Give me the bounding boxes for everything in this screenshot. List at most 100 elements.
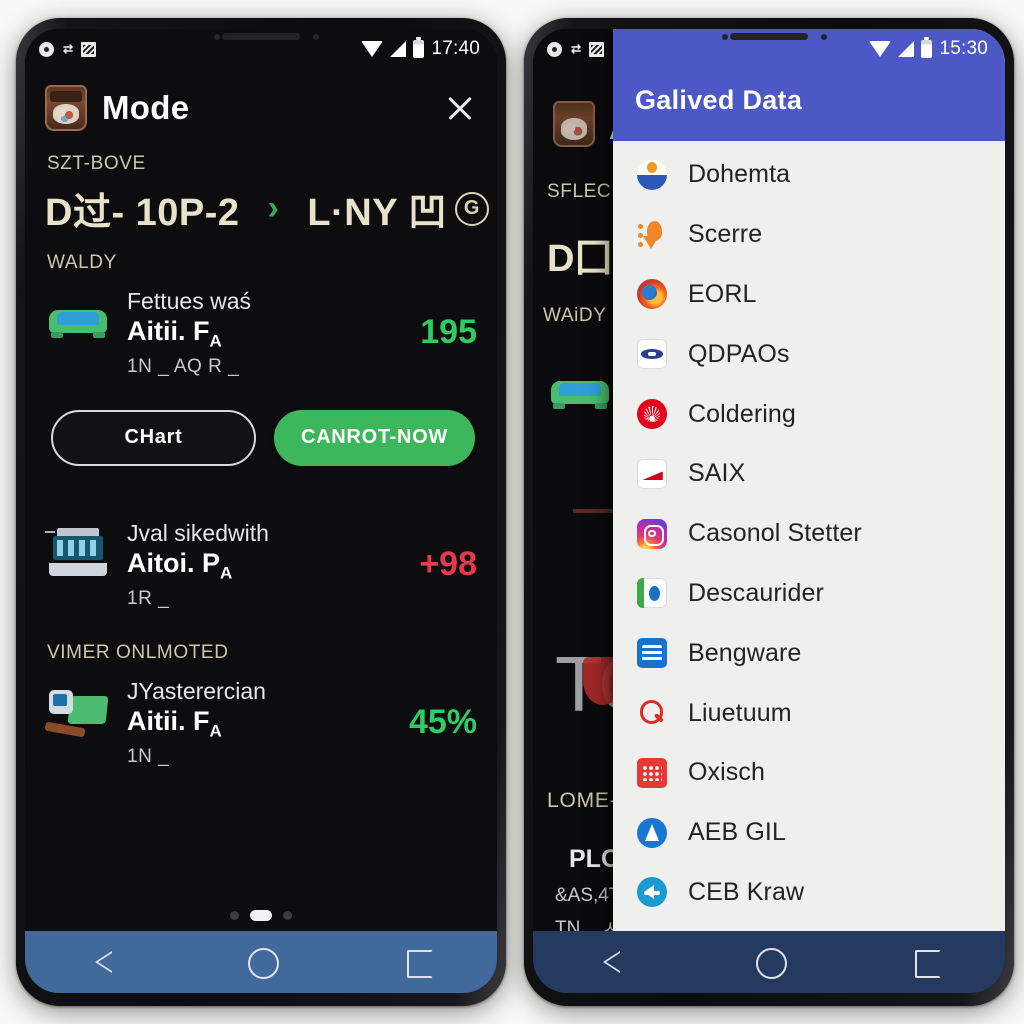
galived-data-sheet: 15:30 Galived Data Dohemta Scerre EORL Q… xyxy=(613,29,1005,931)
instagram-icon xyxy=(637,518,667,549)
list-item-label: Coldering xyxy=(688,399,796,428)
action-button-row: CHart CANROT-NOW xyxy=(25,384,497,476)
record-icon xyxy=(39,41,54,57)
recents-icon[interactable] xyxy=(900,945,952,979)
chevron-right-icon: › xyxy=(267,189,280,227)
sheet-title: Galived Data xyxy=(613,69,1005,141)
list-item-label: Oxisch xyxy=(688,758,766,787)
list-item-text: Fettues waś Aitii. FA 1N _ AQ R _ xyxy=(127,288,404,378)
image-icon xyxy=(81,41,97,57)
list-item-label: Liuetuum xyxy=(688,698,792,727)
list-item-label: Bengware xyxy=(688,638,802,667)
route-row[interactable]: D过- 10P-2 › L·NY 凹 xyxy=(25,175,497,236)
phone-bezel-left: ⇄ 17:40 Mode SZT-BOVE D过- 10P-2 › L·NY 凹… xyxy=(16,18,506,1006)
app-logo-icon xyxy=(45,85,87,131)
page-indicator xyxy=(25,902,497,931)
truck-icon xyxy=(44,678,111,740)
descaurider-icon xyxy=(637,578,667,609)
close-icon[interactable] xyxy=(443,91,477,125)
search-icon xyxy=(637,698,667,728)
list-item-oxisch[interactable]: Oxisch xyxy=(613,743,1005,803)
page-title: Mode xyxy=(102,89,190,126)
route-to-group: L·NY 凹 xyxy=(307,181,489,236)
route-from: D过- 10P-2 xyxy=(45,192,240,234)
list-item-label: SAIX xyxy=(688,459,746,488)
list-item-coldering[interactable]: Coldering xyxy=(613,384,1005,444)
list-item-aeb-gil[interactable]: AEB GIL xyxy=(613,803,1005,863)
background-line-3: WAiDY xyxy=(543,305,607,326)
sensor-dot xyxy=(721,34,728,40)
earpiece-speaker xyxy=(222,33,300,40)
sync-icon: ⇄ xyxy=(571,42,581,56)
status-time: 17:40 xyxy=(431,38,480,59)
list-item[interactable]: JYasterercian Aitii. FA 1N _ 45% xyxy=(25,664,497,774)
list-item-descaurider[interactable]: Descaurider xyxy=(613,564,1005,624)
back-icon[interactable] xyxy=(586,945,638,979)
phone-screen-right: ⇄ A SFLECI D囗– WAiDY TO LOME- xyxy=(533,29,1005,993)
list-item-label: Scerre xyxy=(688,220,763,249)
list-item[interactable]: Jval sikedwith Aitoi. PA 1R _ +98 xyxy=(25,506,497,616)
home-icon[interactable] xyxy=(743,945,795,979)
list-item-meta: 1R _ xyxy=(127,587,170,609)
list-item[interactable]: Fettues waś Aitii. FA 1N _ AQ R _ 195 xyxy=(25,274,497,384)
list-item-label: Casonol Stetter xyxy=(688,519,862,548)
list-item-meta: 1N _ xyxy=(127,745,170,767)
back-arrow-circle-icon xyxy=(637,877,667,908)
status-icons-left: ⇄ xyxy=(547,41,605,57)
page-dot-active[interactable] xyxy=(250,910,272,921)
list-item-dohemta[interactable]: Dohemta xyxy=(613,145,1005,205)
firefox-icon xyxy=(637,279,667,310)
navigation-icon xyxy=(637,817,667,848)
list-item-value: 195 xyxy=(420,313,477,352)
screenshot-stage: ⇄ 17:40 Mode SZT-BOVE D过- 10P-2 › L·NY 凹… xyxy=(0,0,1024,1024)
list-item-ceb-kraw[interactable]: CEB Kraw xyxy=(613,863,1005,923)
list-item-eorl[interactable]: EORL xyxy=(613,265,1005,325)
status-icons-left: ⇄ xyxy=(39,41,97,57)
printer-icon xyxy=(45,520,111,582)
list-item-label: QDPAOs xyxy=(688,339,790,368)
image-icon xyxy=(589,41,605,57)
list-item-meta: 1N _ AQ R _ xyxy=(127,355,240,377)
chart-button[interactable]: CHart xyxy=(51,409,256,466)
location-pin-icon xyxy=(637,220,667,250)
saix-icon xyxy=(637,458,667,489)
android-navbar-right xyxy=(533,931,1005,993)
sync-icon: ⇄ xyxy=(63,42,73,56)
car-icon xyxy=(549,359,609,409)
share-target-list: Dohemta Scerre EORL QDPAOs Coldering SAI… xyxy=(613,141,1005,931)
list-item-liuetuum[interactable]: Liuetuum xyxy=(613,683,1005,743)
home-icon[interactable] xyxy=(235,945,287,979)
list-item-title: Aitii. FA xyxy=(127,316,222,351)
list-item-saix[interactable]: SAIX xyxy=(613,444,1005,504)
list-item-value: 45% xyxy=(408,703,477,742)
list-item-casonol-stetter[interactable]: Casonol Stetter xyxy=(613,504,1005,564)
route-badge-icon xyxy=(454,191,489,226)
route-to: L·NY 凹 xyxy=(307,192,447,234)
camera-dot xyxy=(312,34,319,40)
list-item-label: CEB Kraw xyxy=(688,877,805,906)
dark-app-left: ⇄ 17:40 Mode SZT-BOVE D过- 10P-2 › L·NY 凹… xyxy=(25,29,497,993)
list-item-bengware[interactable]: Bengware xyxy=(613,623,1005,683)
list-item-title: Aitoi. PA xyxy=(127,548,233,583)
section-label-2: WALDY xyxy=(47,252,117,273)
santander-icon xyxy=(637,399,667,430)
list-item-scerre[interactable]: Scerre xyxy=(613,205,1005,265)
list-item-label: Dohemta xyxy=(688,160,791,189)
list-item-qdpaos[interactable]: QDPAOs xyxy=(613,324,1005,384)
back-icon[interactable] xyxy=(78,945,130,979)
background-line-6: &AS,4T xyxy=(555,885,621,906)
recents-icon[interactable] xyxy=(392,945,444,979)
qdpaos-icon xyxy=(637,339,667,370)
list-item-label: Descaurider xyxy=(688,578,824,607)
list-item-title: Aitii. FA xyxy=(127,705,222,741)
page-dot[interactable] xyxy=(283,911,292,920)
wifi-icon xyxy=(361,41,384,57)
canrot-now-button[interactable]: CANROT-NOW xyxy=(274,409,475,466)
page-dot[interactable] xyxy=(230,911,239,920)
phone-device-right: ⇄ A SFLECI D囗– WAiDY TO LOME- xyxy=(524,18,1014,1006)
record-icon xyxy=(547,41,562,57)
oxisch-grid-icon xyxy=(637,757,667,788)
list-item-subtitle: JYasterercian xyxy=(127,677,266,704)
dohemta-icon xyxy=(637,159,667,190)
